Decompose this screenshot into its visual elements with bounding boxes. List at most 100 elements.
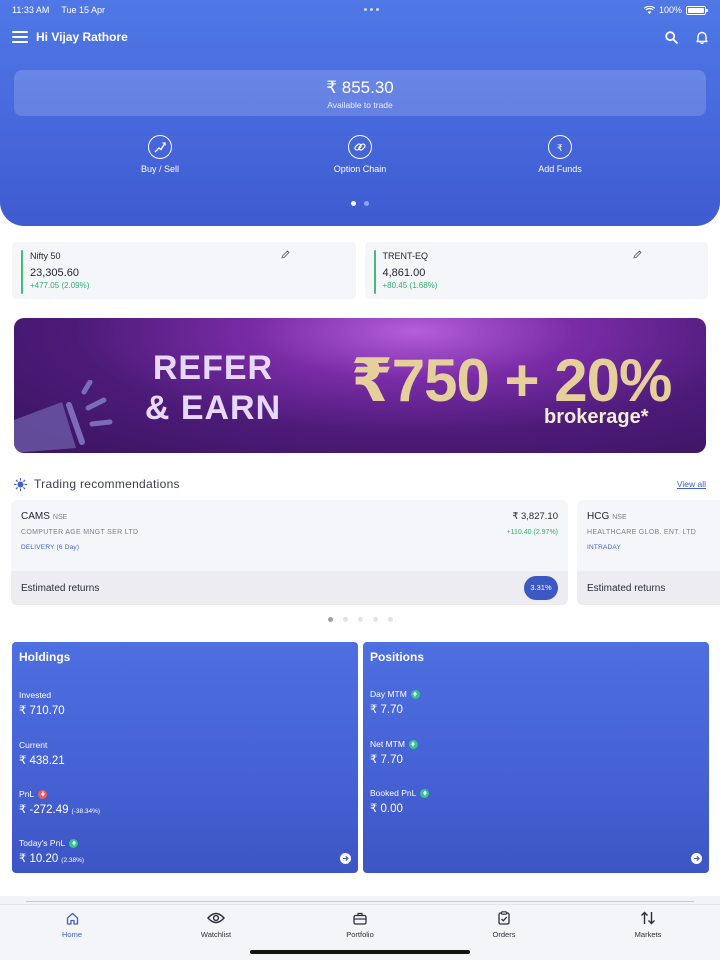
reco-type: DELIVERY (6 Day): [21, 544, 80, 551]
briefcase-icon: [300, 909, 420, 927]
buy-sell-label: Buy / Sell: [140, 164, 180, 174]
recommendations-pager[interactable]: [0, 617, 720, 622]
ticker-change: +477.05 (2.09%): [30, 281, 90, 290]
available-balance-card[interactable]: ₹ 855.30 Available to trade: [14, 70, 706, 116]
pager-dot[interactable]: [357, 617, 363, 622]
tab-portfolio[interactable]: Portfolio: [300, 909, 420, 939]
reco-price: ₹ 3,827.10: [512, 511, 558, 522]
recommendation-card[interactable]: CAMS NSE COMPUTER AGE MNGT SER LTD DELIVE…: [11, 500, 568, 605]
edit-pencil-icon[interactable]: [280, 250, 290, 259]
ticker-card-nifty[interactable]: Nifty 50 23,305.60 +477.05 (2.09%): [12, 242, 356, 299]
pnl-label: PnL: [19, 789, 35, 799]
status-time: 11:33 AM: [12, 5, 50, 15]
pager-dot[interactable]: [351, 201, 356, 206]
svg-text:₹: ₹: [557, 144, 563, 154]
battery-percent: 100%: [658, 5, 682, 15]
multitask-dots-icon[interactable]: [364, 4, 379, 11]
tab-markets[interactable]: Markets: [588, 909, 708, 939]
greeting: Hi Vijay Rathore: [36, 30, 128, 44]
reco-exchange: NSE: [612, 514, 627, 521]
arrow-up-icon: [420, 788, 430, 798]
trend-line-icon: [148, 135, 172, 159]
todays-pnl-value: ₹ 10.20: [19, 853, 59, 865]
tab-orders[interactable]: Orders: [444, 909, 564, 939]
banner-sub: brokerage*: [544, 406, 649, 428]
ticker-card-trent[interactable]: TRENT-EQ 4,861.00 +80.45 (1.68%): [364, 242, 708, 299]
arrow-up-icon: [69, 838, 79, 848]
clipboard-check-icon: [444, 909, 564, 927]
arrow-right-icon[interactable]: [691, 853, 702, 864]
rupee-plus-icon: ₹: [548, 135, 572, 159]
positions-card[interactable]: Positions Day MTM ₹ 7.70 Net MTM ₹ 7.70 …: [363, 642, 709, 873]
balance-amount: ₹ 855.30: [326, 78, 394, 97]
pager-dot[interactable]: [327, 617, 333, 622]
balance-label: Available to trade: [327, 100, 393, 110]
pnl-value: ₹ -272.49: [19, 804, 69, 816]
section-divider: [0, 896, 720, 904]
booked-pnl-label: Booked PnL: [370, 788, 417, 798]
bell-icon[interactable]: [696, 31, 708, 44]
megaphone-icon: [14, 380, 113, 453]
arrow-up-icon: [410, 689, 420, 699]
reco-exchange: NSE: [52, 514, 68, 521]
net-mtm-value: ₹ 7.70: [370, 754, 403, 766]
search-icon[interactable]: [665, 30, 678, 44]
tab-watchlist[interactable]: Watchlist: [156, 909, 276, 939]
pager-dot[interactable]: [372, 617, 378, 622]
holdings-card[interactable]: Holdings Invested ₹ 710.70 Current ₹ 438…: [12, 642, 358, 873]
option-chain-label: Option Chain: [333, 164, 387, 174]
reco-symbol: CAMS: [21, 511, 50, 522]
net-mtm-label: Net MTM: [370, 739, 405, 749]
edit-pencil-icon[interactable]: [633, 250, 642, 259]
option-chain-button[interactable]: Option Chain: [300, 135, 420, 174]
estimated-returns-row: Estimated returns: [11, 571, 568, 605]
add-funds-button[interactable]: ₹ Add Funds: [500, 135, 620, 174]
buy-sell-button[interactable]: Buy / Sell: [100, 135, 220, 174]
home-indicator[interactable]: [250, 950, 470, 954]
estimated-returns-row: Estimated returns: [577, 571, 720, 605]
pager-dot[interactable]: [364, 201, 369, 206]
tab-home[interactable]: Home: [12, 909, 132, 939]
ticker-name: TRENT-EQ: [382, 251, 429, 261]
positions-title: Positions: [370, 650, 425, 664]
tab-markets-label: Markets: [634, 930, 662, 939]
booked-pnl-value: ₹ 0.00: [370, 803, 403, 815]
invested-label: Invested: [19, 690, 52, 700]
estimated-returns-label: Estimated returns: [21, 583, 100, 594]
eye-icon: [156, 909, 276, 927]
current-value: ₹ 438.21: [19, 755, 65, 767]
arrow-up-icon: [408, 739, 418, 749]
todays-pnl-percent: (2.38%): [61, 857, 85, 864]
hero-header: 11:33 AM Tue 15 Apr 100% Hi Vijay Rathor…: [0, 0, 720, 226]
hero-pager[interactable]: [0, 201, 720, 206]
battery-icon: [686, 5, 708, 15]
todays-pnl-label: Today's PnL: [19, 838, 66, 848]
refer-earn-banner[interactable]: REFER & EARN ₹750 + 20% brokerage*: [14, 318, 706, 453]
up-down-arrows-icon: [588, 909, 708, 927]
pager-dot[interactable]: [387, 617, 393, 622]
status-date: Tue 15 Apr: [61, 5, 106, 15]
link-icon: [348, 135, 372, 159]
home-icon: [12, 909, 132, 927]
recommendation-card[interactable]: HCG NSE HEALTHCARE GLOB. ENT. LTD INTRADA…: [577, 500, 720, 605]
pnl-percent: (-38.34%): [71, 808, 101, 815]
current-label: Current: [19, 740, 48, 750]
tab-home-label: Home: [61, 930, 82, 939]
arrow-right-icon[interactable]: [340, 853, 351, 864]
arrow-down-icon: [38, 789, 48, 799]
menu-icon[interactable]: [12, 31, 28, 43]
tab-watchlist-label: Watchlist: [200, 930, 232, 939]
estimated-returns-label: Estimated returns: [587, 583, 666, 594]
holdings-title: Holdings: [19, 650, 71, 664]
wifi-icon: [643, 6, 655, 14]
ticker-value: 4,861.00: [382, 267, 426, 279]
day-mtm-label: Day MTM: [370, 689, 407, 699]
reco-symbol: HCG: [587, 511, 610, 522]
ticker-change: +80.45 (1.68%): [382, 281, 438, 290]
pager-dot[interactable]: [342, 617, 348, 622]
status-bar: 11:33 AM Tue 15 Apr 100%: [12, 4, 708, 16]
bulb-icon: [14, 477, 27, 491]
tab-orders-label: Orders: [492, 930, 516, 939]
invested-value: ₹ 710.70: [19, 705, 65, 717]
view-all-link[interactable]: View all: [677, 479, 706, 489]
